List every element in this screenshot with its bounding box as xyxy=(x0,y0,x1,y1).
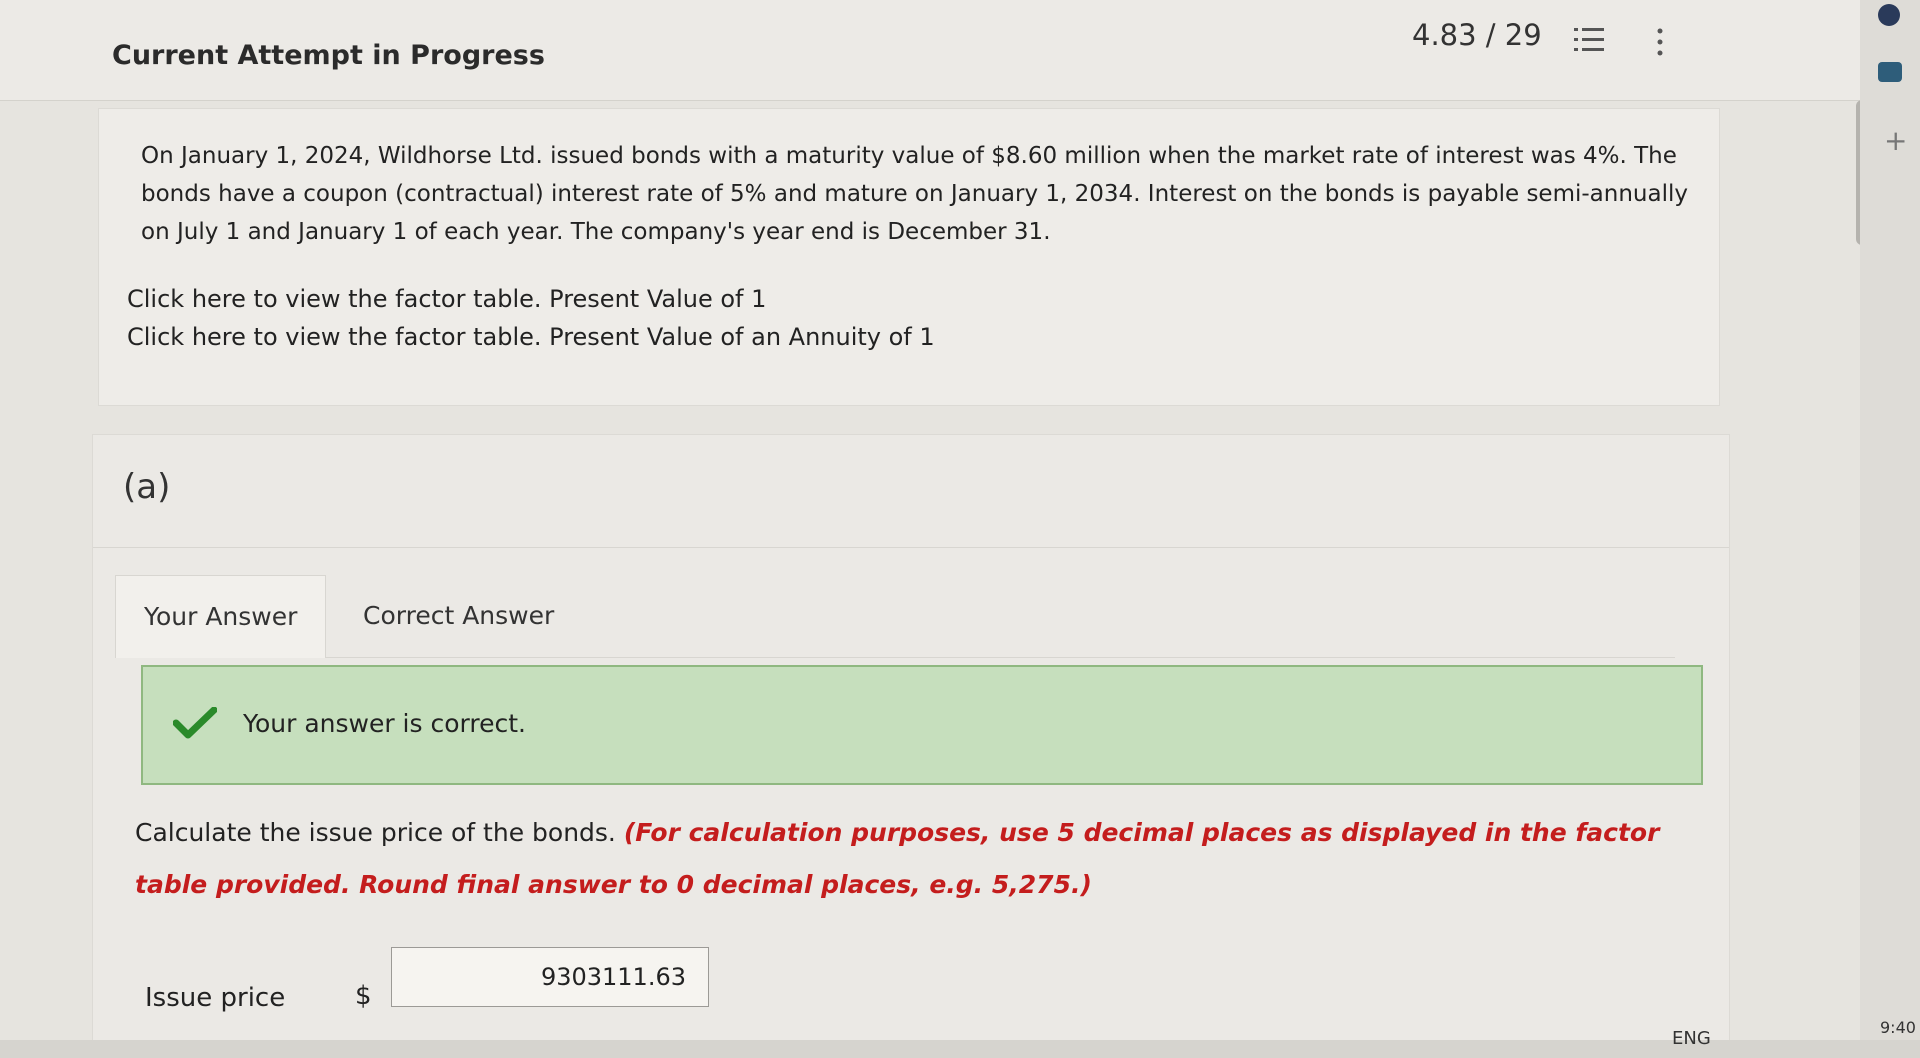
language-indicator[interactable]: ENG xyxy=(1672,1028,1711,1049)
issue-price-label: Issue price xyxy=(145,983,286,1013)
issue-price-input[interactable] xyxy=(391,947,709,1007)
checkmark-icon xyxy=(173,707,217,739)
tab-correct-answer[interactable]: Correct Answer xyxy=(335,575,582,657)
instruction-plain: Calculate the issue price of the bonds. xyxy=(135,818,624,847)
divider xyxy=(93,547,1729,548)
tab-your-answer[interactable]: Your Answer xyxy=(115,575,327,658)
score-display: 4.83 / 29 xyxy=(1412,18,1542,52)
pv-factor-table-link[interactable]: Click here to view the factor table. Pre… xyxy=(127,285,766,313)
question-text: On January 1, 2024, Wildhorse Ltd. issue… xyxy=(141,143,1688,245)
feedback-banner: Your answer is correct. xyxy=(141,665,1703,785)
app-icon[interactable] xyxy=(1878,62,1902,82)
more-options-icon[interactable] xyxy=(1654,26,1666,58)
extension-icon[interactable] xyxy=(1878,4,1900,26)
list-icon[interactable] xyxy=(1574,26,1604,54)
taskbar xyxy=(0,1040,1920,1058)
part-a-panel: (a) Your Answer Correct Answer Your answ… xyxy=(92,434,1730,1056)
page-title: Current Attempt in Progress xyxy=(112,40,545,71)
clock[interactable]: 9:40 xyxy=(1880,1018,1916,1037)
add-icon[interactable]: + xyxy=(1884,124,1907,157)
answer-tabs: Your Answer Correct Answer xyxy=(115,575,1675,658)
pva-factor-table-link[interactable]: Click here to view the factor table. Pre… xyxy=(127,323,935,351)
top-bar: Current Attempt in Progress 4.83 / 29 xyxy=(0,0,1860,101)
question-box: On January 1, 2024, Wildhorse Ltd. issue… xyxy=(98,108,1720,406)
feedback-text: Your answer is correct. xyxy=(243,709,526,738)
currency-symbol: $ xyxy=(355,981,372,1011)
browser-sidebar: + xyxy=(1860,0,1920,1058)
part-label: (a) xyxy=(123,467,171,507)
instruction-text: Calculate the issue price of the bonds. … xyxy=(135,807,1695,911)
